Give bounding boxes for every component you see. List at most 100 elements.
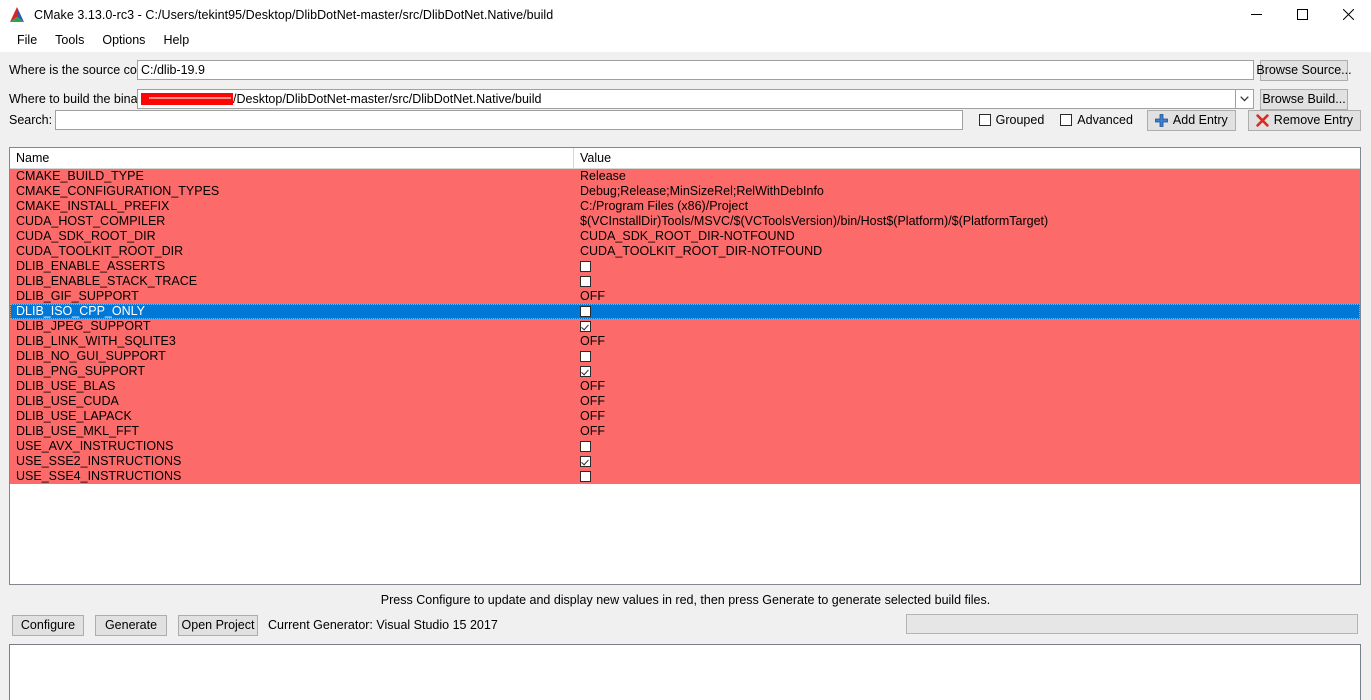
cache-entry-value[interactable]: OFF	[574, 424, 1360, 439]
maximize-button[interactable]	[1279, 0, 1325, 29]
table-row[interactable]: DLIB_ISO_CPP_ONLY	[10, 304, 1360, 319]
cache-entry-name: USE_AVX_INSTRUCTIONS	[16, 439, 174, 453]
column-header-value[interactable]: Value	[574, 148, 1360, 168]
remove-entry-label: Remove Entry	[1273, 113, 1353, 127]
cache-entry-name: DLIB_GIF_SUPPORT	[16, 289, 139, 303]
cache-entry-checkbox[interactable]	[580, 471, 591, 482]
cache-entry-name: DLIB_NO_GUI_SUPPORT	[16, 349, 166, 363]
menu-help[interactable]: Help	[154, 31, 198, 50]
cache-entry-checkbox[interactable]	[580, 276, 591, 287]
cache-entry-name: CUDA_HOST_COMPILER	[16, 214, 166, 228]
table-row[interactable]: CUDA_HOST_COMPILER $(VCInstallDir)Tools/M…	[10, 214, 1360, 229]
table-row[interactable]: DLIB_USE_MKL_FFT OFF	[10, 424, 1360, 439]
table-row[interactable]: USE_AVX_INSTRUCTIONS	[10, 439, 1360, 454]
chevron-down-icon[interactable]	[1236, 89, 1254, 109]
cache-entry-value[interactable]: Release	[574, 169, 1360, 184]
cache-entry-name: DLIB_USE_BLAS	[16, 379, 116, 393]
table-row[interactable]: DLIB_USE_LAPACK OFF	[10, 409, 1360, 424]
table-row[interactable]: DLIB_NO_GUI_SUPPORT	[10, 349, 1360, 364]
grouped-checkbox-box	[978, 114, 991, 126]
table-row[interactable]: DLIB_JPEG_SUPPORT	[10, 319, 1360, 334]
browse-build-button[interactable]: Browse Build...	[1260, 88, 1348, 110]
browse-source-button[interactable]: Browse Source...	[1256, 59, 1352, 81]
advanced-checkbox[interactable]: Advanced	[1060, 113, 1133, 127]
cache-entry-name: DLIB_USE_LAPACK	[16, 409, 132, 423]
cache-entry-value[interactable]	[574, 276, 1360, 287]
close-button[interactable]	[1325, 0, 1371, 29]
table-row[interactable]: USE_SSE2_INSTRUCTIONS	[10, 454, 1360, 469]
cache-entry-value[interactable]: OFF	[574, 334, 1360, 349]
table-row[interactable]: USE_SSE4_INSTRUCTIONS	[10, 469, 1360, 484]
table-row[interactable]: DLIB_PNG_SUPPORT	[10, 364, 1360, 379]
add-entry-label: Add Entry	[1172, 113, 1228, 127]
generate-button[interactable]: Generate	[95, 614, 167, 636]
cache-entry-value[interactable]: C:/Program Files (x86)/Project	[574, 199, 1360, 214]
cache-entry-value[interactable]	[574, 366, 1360, 377]
cache-entry-value[interactable]: Debug;Release;MinSizeRel;RelWithDebInfo	[574, 184, 1360, 199]
table-row[interactable]: DLIB_LINK_WITH_SQLITE3 OFF	[10, 334, 1360, 349]
source-path-label: Where is the source code:	[9, 63, 155, 77]
cache-entry-value[interactable]: CUDA_TOOLKIT_ROOT_DIR-NOTFOUND	[574, 244, 1360, 259]
cache-entry-checkbox[interactable]	[580, 321, 591, 332]
cache-entry-name: DLIB_LINK_WITH_SQLITE3	[16, 334, 176, 348]
cache-entry-value[interactable]	[574, 441, 1360, 452]
cache-entry-checkbox[interactable]	[580, 441, 591, 452]
table-row[interactable]: DLIB_GIF_SUPPORT OFF	[10, 289, 1360, 304]
cache-entry-value[interactable]: OFF	[574, 409, 1360, 424]
table-row[interactable]: DLIB_USE_BLAS OFF	[10, 379, 1360, 394]
cache-entry-name: DLIB_PNG_SUPPORT	[16, 364, 145, 378]
cache-entry-checkbox[interactable]	[580, 456, 591, 467]
table-row[interactable]: CMAKE_CONFIGURATION_TYPES Debug;Release;M…	[10, 184, 1360, 199]
search-input[interactable]	[54, 110, 963, 130]
cache-entry-name: DLIB_USE_MKL_FFT	[16, 424, 139, 438]
window-controls	[1233, 0, 1371, 29]
cache-entry-checkbox[interactable]	[580, 351, 591, 362]
menu-options[interactable]: Options	[93, 31, 154, 50]
cache-entry-value[interactable]: OFF	[574, 379, 1360, 394]
cache-entry-value[interactable]	[574, 351, 1360, 362]
cache-entry-checkbox[interactable]	[580, 366, 591, 377]
table-row[interactable]: DLIB_USE_CUDA OFF	[10, 394, 1360, 409]
cache-entry-name: DLIB_ENABLE_STACK_TRACE	[16, 274, 198, 288]
remove-entry-button[interactable]: Remove Entry	[1247, 109, 1361, 131]
configure-hint-text: Press Configure to update and display ne…	[380, 593, 991, 607]
menu-file[interactable]: File	[8, 31, 46, 50]
cache-entry-value[interactable]	[574, 306, 1360, 317]
cache-entry-value[interactable]: OFF	[574, 394, 1360, 409]
table-row[interactable]: DLIB_ENABLE_STACK_TRACE	[10, 274, 1360, 289]
table-row[interactable]: CUDA_TOOLKIT_ROOT_DIR CUDA_TOOLKIT_ROOT_D…	[10, 244, 1360, 259]
cache-entry-name: CMAKE_INSTALL_PREFIX	[16, 199, 170, 213]
table-row[interactable]: DLIB_ENABLE_ASSERTS	[10, 259, 1360, 274]
menu-tools[interactable]: Tools	[46, 31, 93, 50]
source-path-row: Where is the source code: C:/dlib-19.9 B…	[0, 59, 1371, 81]
output-log-panel[interactable]	[9, 644, 1361, 700]
table-row[interactable]: CUDA_SDK_ROOT_DIR CUDA_SDK_ROOT_DIR-NOTFO…	[10, 229, 1360, 244]
source-path-input[interactable]: C:/dlib-19.9	[137, 60, 1254, 80]
column-header-name[interactable]: Name	[10, 148, 574, 168]
table-row[interactable]: CMAKE_INSTALL_PREFIX C:/Program Files (x8…	[10, 199, 1360, 214]
cache-entry-value[interactable]: $(VCInstallDir)Tools/MSVC/$(VCToolsVersi…	[574, 214, 1360, 229]
open-project-button[interactable]: Open Project	[178, 614, 258, 636]
cache-entry-value[interactable]	[574, 321, 1360, 332]
cache-entry-name: DLIB_USE_CUDA	[16, 394, 119, 408]
cache-entry-value[interactable]	[574, 456, 1360, 467]
cache-entry-name: DLIB_JPEG_SUPPORT	[16, 319, 151, 333]
grouped-checkbox-label: Grouped	[995, 113, 1045, 127]
minimize-button[interactable]	[1233, 0, 1279, 29]
cache-entry-value[interactable]	[574, 261, 1360, 272]
cache-entry-checkbox[interactable]	[580, 261, 591, 272]
source-path-value: C:/dlib-19.9	[141, 63, 205, 77]
configure-button[interactable]: Configure	[12, 614, 84, 636]
cache-entry-value[interactable]: CUDA_SDK_ROOT_DIR-NOTFOUND	[574, 229, 1360, 244]
search-row: Search: Grouped Advanced Add Entry Remov…	[0, 108, 1371, 132]
cache-entry-checkbox[interactable]	[580, 306, 591, 317]
add-entry-button[interactable]: Add Entry	[1146, 109, 1236, 131]
cache-entries-table[interactable]: Name Value CMAKE_BUILD_TYPE Release CMAKE_…	[9, 147, 1361, 585]
cache-entry-value[interactable]: OFF	[574, 289, 1360, 304]
plus-icon	[1155, 113, 1168, 127]
table-row[interactable]: CMAKE_BUILD_TYPE Release	[10, 169, 1360, 184]
cache-entry-value[interactable]	[574, 471, 1360, 482]
grouped-checkbox[interactable]: Grouped	[978, 113, 1045, 127]
advanced-checkbox-box	[1060, 114, 1073, 126]
build-path-input[interactable]: /Desktop/DlibDotNet-master/src/DlibDotNe…	[137, 89, 1236, 109]
